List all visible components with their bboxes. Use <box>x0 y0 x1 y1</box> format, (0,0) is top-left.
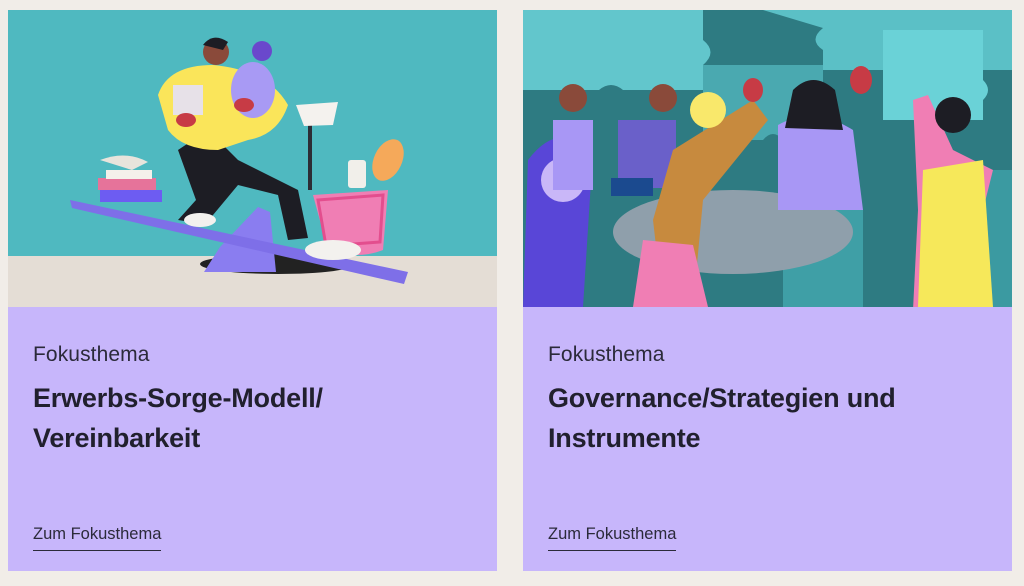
card-eyebrow: Fokusthema <box>33 343 150 366</box>
card-title[interactable]: Erwerbs-Sorge-Modell/ Vereinbarkeit <box>33 378 473 458</box>
puzzle-meeting-illustration[interactable] <box>523 10 1012 307</box>
card-link[interactable]: Zum Fokusthema <box>548 525 677 551</box>
card-link[interactable]: Zum Fokusthema <box>33 525 162 551</box>
card-eyebrow: Fokusthema <box>548 343 665 366</box>
puzzle-meeting-image <box>523 10 1012 307</box>
focus-topic-card-work-care[interactable]: Fokusthema Erwerbs-Sorge-Modell/ Vereinb… <box>8 10 497 571</box>
card-title[interactable]: Governance/Strategien und Instrumente <box>548 378 988 458</box>
seesaw-balance-illustration[interactable] <box>8 10 497 307</box>
focus-topic-card-governance[interactable]: Fokusthema Governance/Strategien und Ins… <box>523 10 1012 571</box>
seesaw-balance-image <box>8 10 497 307</box>
